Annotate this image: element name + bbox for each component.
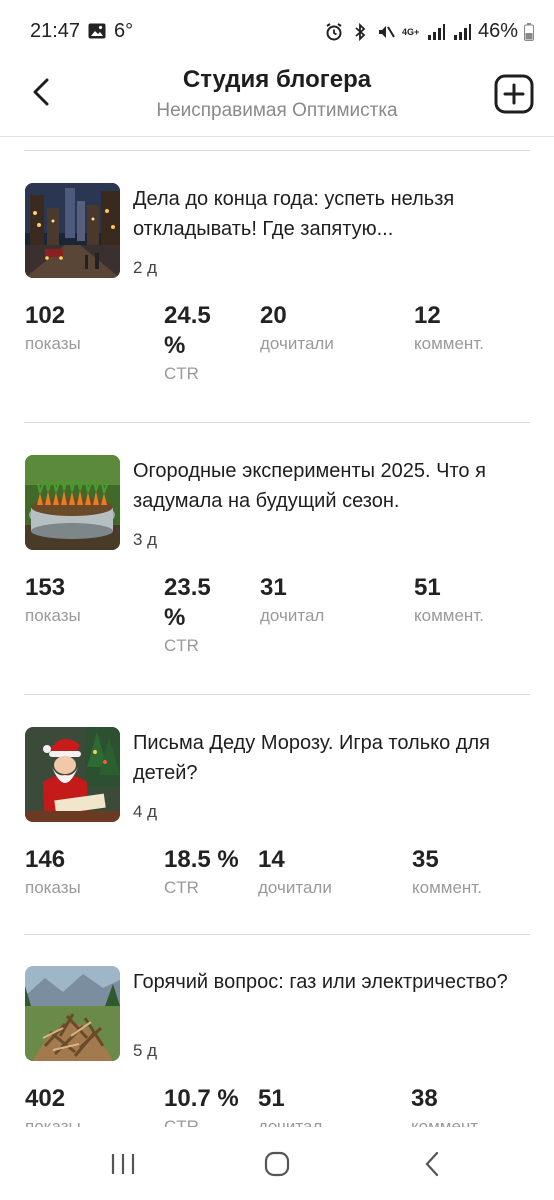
post-title[interactable]: Горячий вопрос: газ или электричество? (133, 967, 528, 997)
reads-stat: 51 дочитал (258, 1084, 322, 1127)
signal-icon-2 (453, 23, 471, 40)
add-post-icon[interactable] (494, 74, 534, 114)
system-navigation-bar (0, 1127, 554, 1200)
reads-stat: 14 дочитали (258, 845, 332, 901)
post-age: 4 д (133, 802, 158, 821)
post-age: 2 д (133, 258, 158, 277)
list-top-divider (24, 150, 530, 151)
views-label: показы (25, 334, 81, 353)
ctr-stat: 10.7 % CTR (164, 1084, 239, 1127)
app-header: Студия блогера Неисправимая Оптимистка (0, 60, 554, 137)
mute-icon (378, 25, 395, 38)
comments-value: 12 (414, 302, 441, 329)
comments-stat: 12 коммент. (414, 301, 484, 357)
page: 21:47 6° 4G+ 46% Студия блогера Неисправ… (0, 0, 554, 1200)
city-night-image (25, 183, 120, 278)
post-list[interactable]: Дела до конца года: успеть нельзя отклад… (0, 137, 554, 1127)
status-icons: 4G+ 46% (324, 20, 534, 43)
recent-apps-icon[interactable] (108, 1149, 138, 1179)
comments-label: коммент. (414, 606, 484, 625)
gallery-icon (88, 23, 106, 39)
santa-image (25, 727, 120, 822)
post-title[interactable]: Письма Деду Морозу. Игра только для дете… (133, 728, 528, 788)
reads-label: дочитали (258, 878, 332, 897)
battery-percent: 46% (477, 20, 518, 42)
reads-stat: 31 дочитал (260, 573, 324, 629)
ctr-value: 18.5 % (164, 846, 239, 873)
views-value: 153 (25, 574, 66, 601)
signal-icon (427, 23, 445, 40)
post-age: 5 д (133, 1041, 158, 1060)
alarm-icon (326, 22, 342, 40)
reads-label: дочитал (258, 1117, 323, 1127)
ctr-label: CTR (164, 636, 199, 655)
comments-value: 38 (411, 1085, 438, 1112)
reads-value: 20 (260, 302, 287, 329)
views-value: 102 (25, 302, 66, 329)
reads-label: дочитал (260, 606, 325, 625)
post-thumbnail-santa[interactable] (25, 727, 120, 822)
reads-value: 14 (258, 846, 285, 873)
status-bar: 21:47 6° 4G+ 46% (0, 0, 554, 60)
home-icon[interactable] (262, 1149, 292, 1179)
card-divider (24, 694, 530, 695)
ctr-value: 10.7 % (164, 1085, 239, 1112)
reads-value: 51 (258, 1085, 285, 1112)
battery-icon (524, 22, 534, 41)
channel-name: Неисправимая Оптимистка (156, 100, 398, 121)
post-thumbnail-city-night[interactable] (25, 183, 120, 278)
comments-stat: 51 коммент. (414, 573, 484, 629)
network-type: 4G+ (401, 26, 420, 37)
ctr-label: CTR (164, 1117, 199, 1127)
comments-stat: 35 коммент. (412, 845, 482, 901)
reads-value: 31 (260, 574, 287, 601)
card-divider (24, 422, 530, 423)
ctr-value: 24.5 % (164, 302, 211, 359)
reads-label: дочитали (260, 334, 334, 353)
post-age: 3 д (133, 530, 158, 549)
firewood-image (25, 966, 120, 1061)
carrots-image (25, 455, 120, 550)
views-stat: 153 показы (25, 573, 81, 629)
views-label: показы (25, 606, 81, 625)
post-thumbnail-carrots[interactable] (25, 455, 120, 550)
comments-label: коммент. (411, 1117, 481, 1127)
status-time: 21:47 (30, 20, 81, 42)
views-label: показы (25, 1117, 81, 1127)
ctr-label: CTR (164, 364, 199, 383)
views-label: показы (25, 878, 81, 897)
post-thumbnail-firewood[interactable] (25, 966, 120, 1061)
ctr-label: CTR (164, 878, 199, 897)
comments-label: коммент. (414, 334, 484, 353)
views-value: 402 (25, 1085, 66, 1112)
page-title: Студия блогера (182, 66, 372, 93)
comments-value: 35 (412, 846, 439, 873)
views-stat: 402 показы (25, 1084, 81, 1127)
card-divider (24, 934, 530, 935)
comments-label: коммент. (412, 878, 482, 897)
ctr-stat: 23.5 % CTR (164, 573, 224, 659)
status-temperature: 6° (114, 20, 134, 42)
views-stat: 102 показы (25, 301, 81, 357)
views-stat: 146 показы (25, 845, 81, 901)
comments-stat: 38 коммент. (411, 1084, 481, 1127)
post-title[interactable]: Огородные эксперименты 2025. Что я задум… (133, 456, 528, 516)
bluetooth-icon (355, 22, 366, 41)
post-title[interactable]: Дела до конца года: успеть нельзя отклад… (133, 184, 528, 244)
ctr-value: 23.5 % (164, 574, 211, 631)
views-value: 146 (25, 846, 66, 873)
ctr-stat: 18.5 % CTR (164, 845, 239, 901)
nav-back-icon[interactable] (418, 1149, 448, 1179)
comments-value: 51 (414, 574, 441, 601)
reads-stat: 20 дочитали (260, 301, 334, 357)
ctr-stat: 24.5 % CTR (164, 301, 224, 387)
